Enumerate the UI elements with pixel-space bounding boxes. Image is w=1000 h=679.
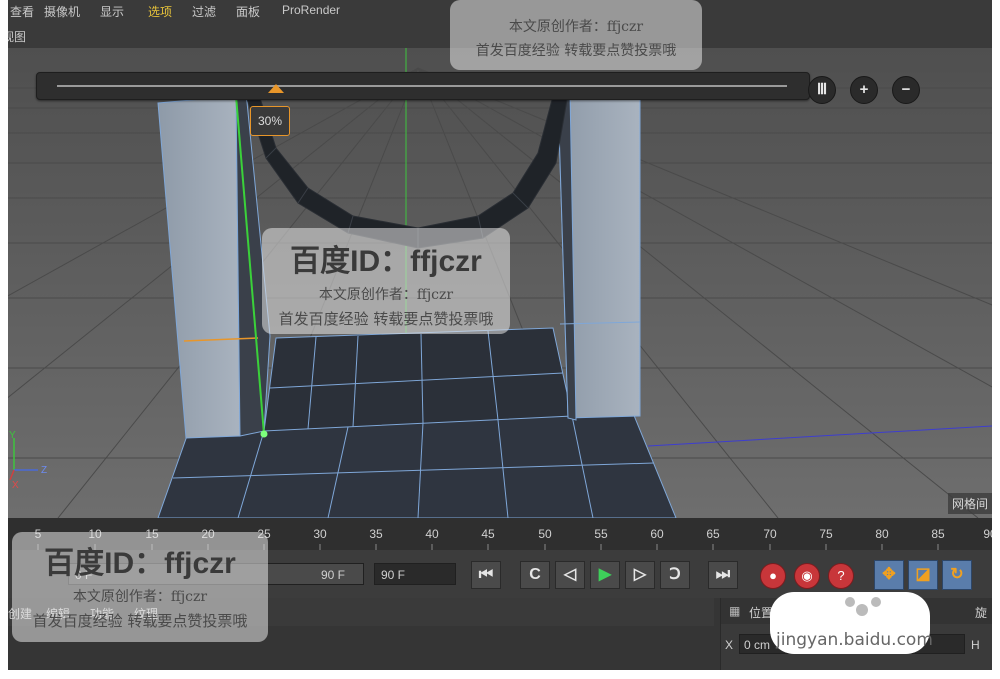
timeline-tick: 80 [875, 527, 889, 541]
cinema4d-window: 查看 摄像机 显示 选项 过滤 面板 ProRender 透视视图 [8, 0, 992, 670]
next-key-button[interactable]: Ↄ [660, 561, 690, 589]
step-back-button[interactable]: ◁ [555, 561, 585, 589]
watermark-id-bottom: 百度ID：ffjczr [44, 547, 236, 580]
axis-gizmo: Y Z X [8, 428, 58, 491]
timeline-tick: 35 [369, 527, 383, 541]
watermark-author-top: 本文原创作者：ffjczr [508, 19, 644, 35]
max-frame-value: 90 F [381, 568, 406, 582]
move-tool-button[interactable]: ✥ [874, 560, 904, 590]
slider-handle[interactable] [268, 84, 284, 93]
menu-panel[interactable]: 面板 [236, 3, 260, 20]
scale-tool-icon: ◪ [915, 566, 931, 583]
go-end-icon: ⏭ [715, 566, 731, 583]
loop-cut-slider[interactable] [36, 72, 810, 100]
watermark-note-center: 首发百度经验 转载要点赞投票哦 [278, 310, 494, 328]
timeline-tick: 75 [819, 527, 833, 541]
move-tool-icon: ✥ [882, 566, 896, 583]
watermark-note-bottom: 首发百度经验 转载要点赞投票哦 [32, 612, 248, 630]
record-button[interactable]: ● [760, 563, 786, 589]
timeline-tick: 60 [650, 527, 664, 541]
inner-floor[interactable] [263, 327, 573, 432]
prev-key-icon: C [529, 566, 541, 583]
grid-spacing-label: 网格间 [947, 493, 992, 514]
selected-point[interactable] [260, 430, 268, 438]
pause-button[interactable]: Ⅲ [808, 76, 836, 104]
h-label: H [971, 638, 980, 652]
x-label: X [725, 638, 734, 652]
menu-display[interactable]: 显示 [100, 3, 124, 20]
plus-icon: + [859, 81, 869, 98]
timeline-tick: 70 [763, 527, 777, 541]
menu-options[interactable]: 选项 [148, 3, 172, 20]
rotation-header: 旋 [974, 606, 987, 620]
keyframe-icon: ? [837, 568, 845, 583]
watermark-author-center: 本文原创作者：ffjczr [318, 287, 454, 303]
autokey-icon: ◉ [801, 568, 813, 583]
step-forward-icon: ▷ [633, 566, 647, 583]
timeline-tick: 85 [931, 527, 945, 541]
site-url: jingyan.baidu.com [776, 630, 933, 650]
timeline-tick: 55 [594, 527, 608, 541]
axis-gizmo-icon: Y Z X [9, 430, 47, 491]
watermark-author-bottom: 本文原创作者：ffjczr [72, 589, 208, 605]
minus-icon: − [901, 81, 911, 98]
timeline-tick: 30 [313, 527, 327, 541]
previous-key-button[interactable]: C [520, 561, 550, 589]
drag-grip-icon: ▦ [729, 604, 741, 618]
step-forward-button[interactable]: ▷ [625, 561, 655, 589]
step-back-icon: ◁ [563, 566, 577, 583]
play-button[interactable]: ▶ [590, 561, 620, 589]
keyframe-selection-button[interactable]: ? [828, 563, 854, 589]
slider-percent-tooltip: 30% [250, 106, 290, 136]
timeline-tick: 90 [983, 527, 992, 541]
timeline-tick: 50 [538, 527, 552, 541]
go-to-end-button[interactable]: ⏭ [708, 561, 738, 589]
menu-prorender[interactable]: ProRender [282, 3, 340, 17]
axis-x-label: X [12, 480, 19, 488]
watermark-note-top: 首发百度经验 转载要点赞投票哦 [475, 43, 677, 59]
play-icon: ▶ [598, 566, 612, 583]
add-button[interactable]: + [850, 76, 878, 104]
next-key-icon: Ↄ [669, 566, 681, 583]
viewport-title: 透视视图 [8, 30, 27, 44]
pause-icon: Ⅲ [816, 81, 828, 98]
watermark-id-center: 百度ID：ffjczr [290, 245, 482, 278]
go-to-start-button[interactable]: ⏮ [471, 561, 501, 589]
baidu-logo: jingyan.baidu.com [770, 592, 933, 654]
menu-camera[interactable]: 摄像机 [44, 3, 80, 20]
menu-filter[interactable]: 过滤 [192, 3, 216, 20]
menu-view[interactable]: 查看 [10, 3, 34, 20]
remove-button[interactable]: − [892, 76, 920, 104]
scale-tool-button[interactable]: ◪ [908, 560, 938, 590]
timeline-tick: 45 [481, 527, 495, 541]
max-frame-field[interactable]: 90 F [374, 563, 456, 585]
autokey-button[interactable]: ◉ [794, 563, 820, 589]
rotate-tool-button[interactable]: ↻ [942, 560, 972, 590]
slider-track[interactable] [57, 84, 787, 93]
record-icon: ● [769, 568, 777, 583]
go-start-icon: ⏮ [478, 566, 494, 583]
position-x-value: 0 cm [744, 638, 771, 652]
timeline-tick: 65 [706, 527, 720, 541]
end-frame-value: 90 F [320, 568, 345, 582]
timeline-tick: 40 [425, 527, 439, 541]
rotate-tool-icon: ↻ [950, 566, 964, 583]
axis-y-label: Y [9, 430, 16, 441]
axis-z-label: Z [41, 465, 47, 476]
